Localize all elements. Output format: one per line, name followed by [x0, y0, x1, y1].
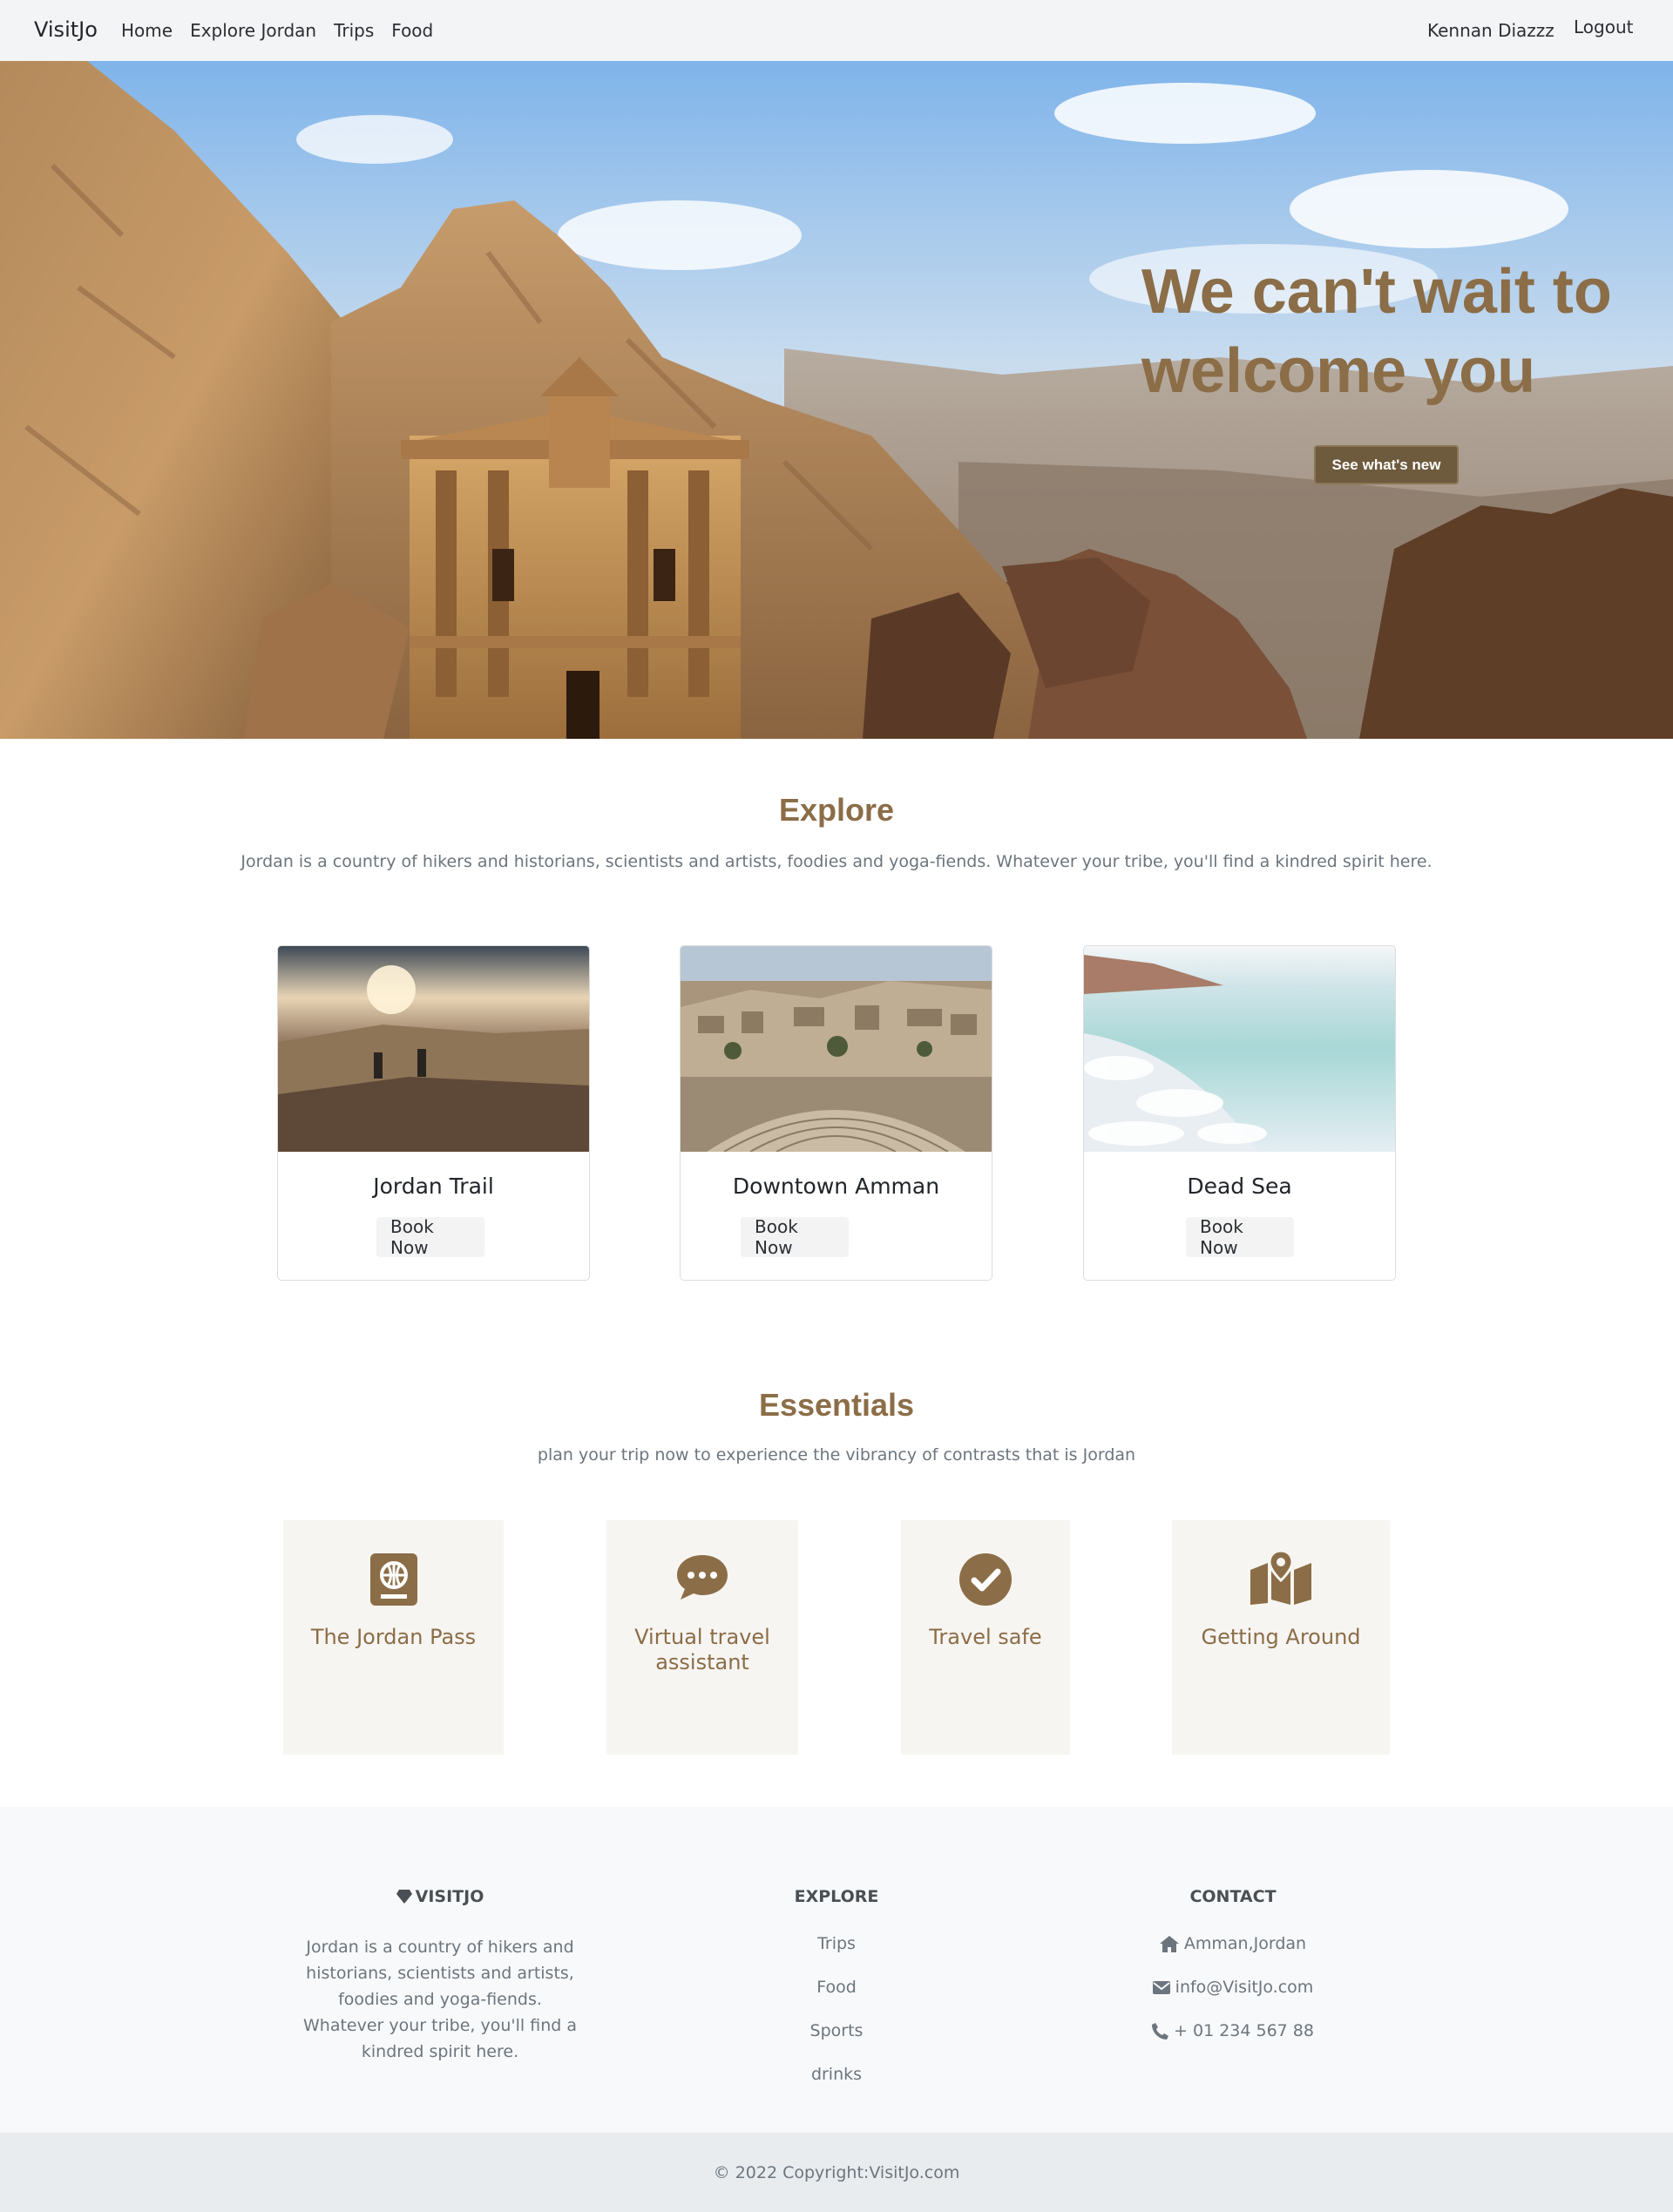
nav-user-name[interactable]: Kennan Diazzz	[1427, 20, 1554, 41]
book-now-button[interactable]: Book Now	[376, 1216, 484, 1258]
envelope-icon	[1152, 1980, 1170, 1994]
home-icon	[1159, 1935, 1179, 1952]
map-icon	[1250, 1551, 1311, 1605]
card-title: Jordan Trail	[373, 1174, 494, 1199]
copyright-text: © 2022 Copyright:VisitJo.com	[713, 2162, 960, 2182]
book-now-button[interactable]: Book Now	[1186, 1216, 1294, 1258]
hero-title: We can't wait to welcome you	[1141, 257, 1612, 406]
essential-travel-safe[interactable]: Travel safe	[901, 1520, 1070, 1755]
nav-links: Home Explore Jordan Trips Food	[121, 20, 433, 41]
nav-link-trips[interactable]: Trips	[334, 20, 374, 41]
essential-label: Virtual travel assistant	[634, 1625, 770, 1674]
downtown-amman-image	[681, 946, 992, 1152]
explore-title: Explore	[778, 792, 895, 828]
footer-email-text: info@VisitJo.com	[1175, 1978, 1314, 1997]
footer-link-sports[interactable]: Sports	[749, 2021, 924, 2040]
essential-jordan-pass[interactable]: The Jordan Pass	[283, 1520, 504, 1755]
phone-icon	[1152, 2022, 1169, 2040]
footer-explore-heading: EXPLORE	[794, 1887, 879, 1906]
nav-link-home[interactable]: Home	[121, 20, 173, 41]
jordan-trail-image	[278, 946, 589, 1152]
dead-sea-image	[1084, 946, 1395, 1152]
card-jordan-trail: Jordan Trail Book Now	[277, 945, 590, 1281]
card-dead-sea: Dead Sea Book Now	[1083, 945, 1396, 1281]
explore-subtitle: Jordan is a country of hikers and histor…	[240, 852, 1433, 871]
essential-label: The Jordan Pass	[310, 1625, 477, 1649]
card-title: Dead Sea	[1187, 1174, 1292, 1199]
footer-brand-heading: VISITJO	[266, 1887, 614, 1906]
footer-email[interactable]: info@VisitJo.com	[1085, 1978, 1381, 1997]
card-downtown-amman: Downtown Amman Book Now	[680, 945, 992, 1281]
passport-icon	[370, 1553, 417, 1606]
footer-brand-description: Jordan is a country of hikers and histor…	[302, 1938, 577, 2061]
hero-banner: We can't wait to welcome you See what's …	[0, 61, 1673, 739]
brand-logo[interactable]: VisitJo	[34, 17, 98, 42]
card-title: Downtown Amman	[732, 1174, 940, 1199]
footer-link-food[interactable]: Food	[749, 1978, 924, 1997]
footer-link-drinks[interactable]: drinks	[749, 2065, 924, 2084]
see-whats-new-button[interactable]: See what's new	[1314, 445, 1459, 484]
chat-bubble-icon	[677, 1555, 728, 1600]
book-now-button[interactable]: Book Now	[741, 1216, 849, 1258]
gem-icon	[396, 1890, 412, 1904]
footer-address: Amman,Jordan	[1085, 1934, 1381, 1953]
check-circle-icon	[959, 1553, 1012, 1606]
essential-virtual-assistant[interactable]: Virtual travel assistant	[606, 1520, 798, 1755]
essentials-title: Essentials	[758, 1387, 915, 1423]
logout-link[interactable]: Logout	[1574, 17, 1633, 37]
navbar: VisitJo Home Explore Jordan Trips Food K…	[0, 0, 1673, 61]
footer-link-trips[interactable]: Trips	[749, 1934, 924, 1953]
essential-label: Getting Around	[1201, 1625, 1361, 1649]
copyright-bar: © 2022 Copyright:VisitJo.com	[0, 2133, 1673, 2212]
essential-label: Travel safe	[929, 1625, 1042, 1649]
nav-link-explore-jordan[interactable]: Explore Jordan	[190, 20, 316, 41]
essentials-subtitle: plan your trip now to experience the vib…	[537, 1445, 1136, 1465]
footer: VISITJO Jordan is a country of hikers an…	[0, 1807, 1673, 2133]
footer-phone[interactable]: + 01 234 567 88	[1085, 2021, 1381, 2040]
footer-brand-text: VISITJO	[415, 1887, 484, 1906]
nav-link-food[interactable]: Food	[391, 20, 433, 41]
footer-address-text: Amman,Jordan	[1183, 1934, 1307, 1953]
footer-phone-text: + 01 234 567 88	[1174, 2021, 1314, 2040]
essential-getting-around[interactable]: Getting Around	[1172, 1520, 1390, 1755]
footer-contact-heading: CONTACT	[1189, 1887, 1277, 1906]
